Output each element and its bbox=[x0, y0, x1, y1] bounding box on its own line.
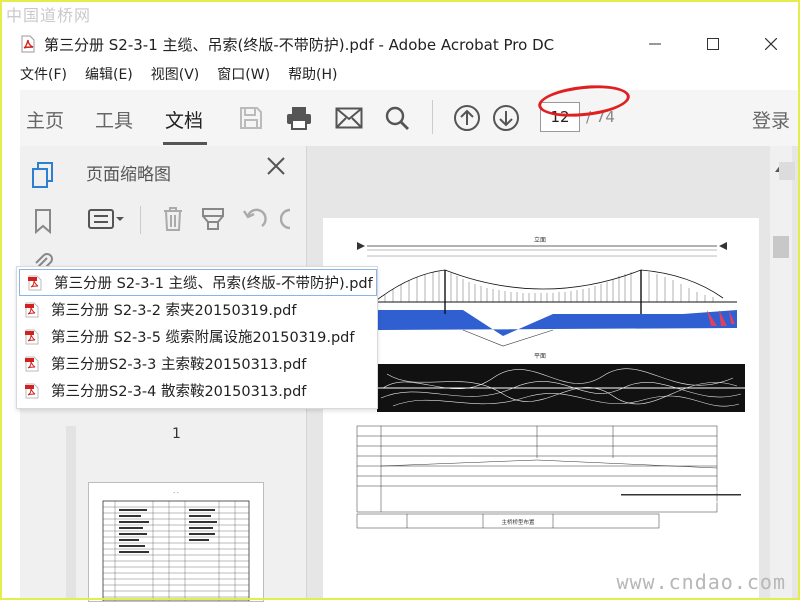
page-number-label: 1 bbox=[172, 426, 181, 442]
menu-bar: 文件(F) 编辑(E) 视图(V) 窗口(W) 帮助(H) bbox=[20, 64, 356, 88]
watermark-bottom: www.cndao.com bbox=[616, 570, 786, 594]
sheet-name: 主桥桥型布置 bbox=[501, 518, 535, 526]
delete-icon[interactable] bbox=[158, 204, 188, 234]
window-title: 第三分册 S2-3-1 主缆、吊索(终版-不带防护).pdf - Adobe A… bbox=[44, 35, 555, 54]
active-tab-indicator bbox=[163, 142, 207, 145]
bookmark-icon[interactable] bbox=[26, 204, 60, 238]
menu-view[interactable]: 视图(V) bbox=[151, 64, 200, 88]
menu-file[interactable]: 文件(F) bbox=[20, 64, 67, 88]
print-icon[interactable] bbox=[284, 103, 314, 133]
pdf-file-icon bbox=[25, 356, 39, 372]
file-name: 第三分册 S2-3-2 索夹20150319.pdf bbox=[51, 303, 297, 319]
svg-text:· ·: · · bbox=[173, 490, 179, 497]
pdf-file-icon bbox=[25, 329, 39, 345]
page-down-icon[interactable] bbox=[491, 103, 521, 133]
pdf-file-icon bbox=[25, 302, 39, 318]
file-item[interactable]: 第三分册 S2-3-5 缆索附属设施20150319.pdf bbox=[17, 323, 377, 350]
pdf-file-icon bbox=[28, 275, 42, 291]
minimize-button[interactable] bbox=[626, 28, 684, 60]
panel-toolbar-separator bbox=[140, 206, 141, 234]
maximize-button[interactable] bbox=[684, 28, 742, 60]
menu-window[interactable]: 窗口(W) bbox=[217, 64, 270, 88]
mail-icon[interactable] bbox=[334, 103, 364, 133]
file-name: 第三分册S2-3-4 散索鞍20150313.pdf bbox=[51, 384, 307, 400]
extract-icon[interactable] bbox=[198, 204, 228, 234]
plan-title: 平面 bbox=[534, 353, 546, 360]
tab-document[interactable]: 文档 bbox=[165, 106, 203, 133]
panel-title: 页面缩略图 bbox=[86, 165, 171, 185]
tab-home[interactable]: 主页 bbox=[26, 106, 64, 133]
menu-help[interactable]: 帮助(H) bbox=[288, 64, 337, 88]
login-button[interactable]: 登录 bbox=[752, 106, 790, 133]
acrobat-logo-icon bbox=[20, 35, 36, 53]
undo-icon[interactable] bbox=[240, 204, 270, 234]
thumbnail-scrollbar[interactable] bbox=[66, 426, 76, 600]
title-bar: 第三分册 S2-3-1 主缆、吊索(终版-不带防护).pdf - Adobe A… bbox=[0, 28, 800, 60]
toolbar-separator bbox=[432, 100, 433, 134]
document-viewport[interactable]: 立面 平面 主桥桥型布置 bbox=[307, 146, 800, 600]
file-item[interactable]: 第三分册S2-3-3 主索鞍20150313.pdf bbox=[17, 350, 377, 377]
open-files-menu: 第三分册 S2-3-1 主缆、吊索(终版-不带防护).pdf 第三分册 S2-3… bbox=[16, 266, 378, 409]
redo-icon[interactable] bbox=[280, 204, 292, 234]
watermark-top: 中国道桥网 bbox=[6, 6, 92, 25]
page-thumbnail[interactable]: · · bbox=[88, 482, 264, 602]
right-pane-toggle[interactable] bbox=[779, 162, 795, 180]
pages-icon[interactable] bbox=[26, 158, 60, 192]
main-toolbar: 主页 工具 文档 12 / 74 登录 bbox=[20, 90, 800, 147]
document-page: 立面 平面 主桥桥型布置 bbox=[323, 218, 759, 600]
options-menu-icon[interactable] bbox=[86, 204, 126, 234]
file-name: 第三分册 S2-3-5 缆索附属设施20150319.pdf bbox=[51, 330, 355, 346]
pdf-file-icon bbox=[25, 383, 39, 399]
close-button[interactable] bbox=[742, 28, 800, 60]
save-icon[interactable] bbox=[236, 103, 266, 133]
page-up-icon[interactable] bbox=[452, 103, 482, 133]
file-name: 第三分册S2-3-3 主索鞍20150313.pdf bbox=[51, 357, 307, 373]
elevation-title: 立面 bbox=[534, 236, 546, 244]
menu-edit[interactable]: 编辑(E) bbox=[85, 64, 133, 88]
close-panel-icon[interactable] bbox=[266, 156, 286, 176]
file-name: 第三分册 S2-3-1 主缆、吊索(终版-不带防护).pdf bbox=[54, 276, 373, 292]
search-icon[interactable] bbox=[382, 103, 412, 133]
document-scrollbar[interactable] bbox=[770, 146, 792, 600]
file-item[interactable]: 第三分册 S2-3-2 索夹20150319.pdf bbox=[17, 296, 377, 323]
scrollbar-thumb[interactable] bbox=[773, 236, 789, 258]
file-item[interactable]: 第三分册S2-3-4 散索鞍20150313.pdf bbox=[17, 377, 377, 404]
tab-tools[interactable]: 工具 bbox=[95, 106, 133, 133]
file-item[interactable]: 第三分册 S2-3-1 主缆、吊索(终版-不带防护).pdf bbox=[19, 269, 377, 296]
